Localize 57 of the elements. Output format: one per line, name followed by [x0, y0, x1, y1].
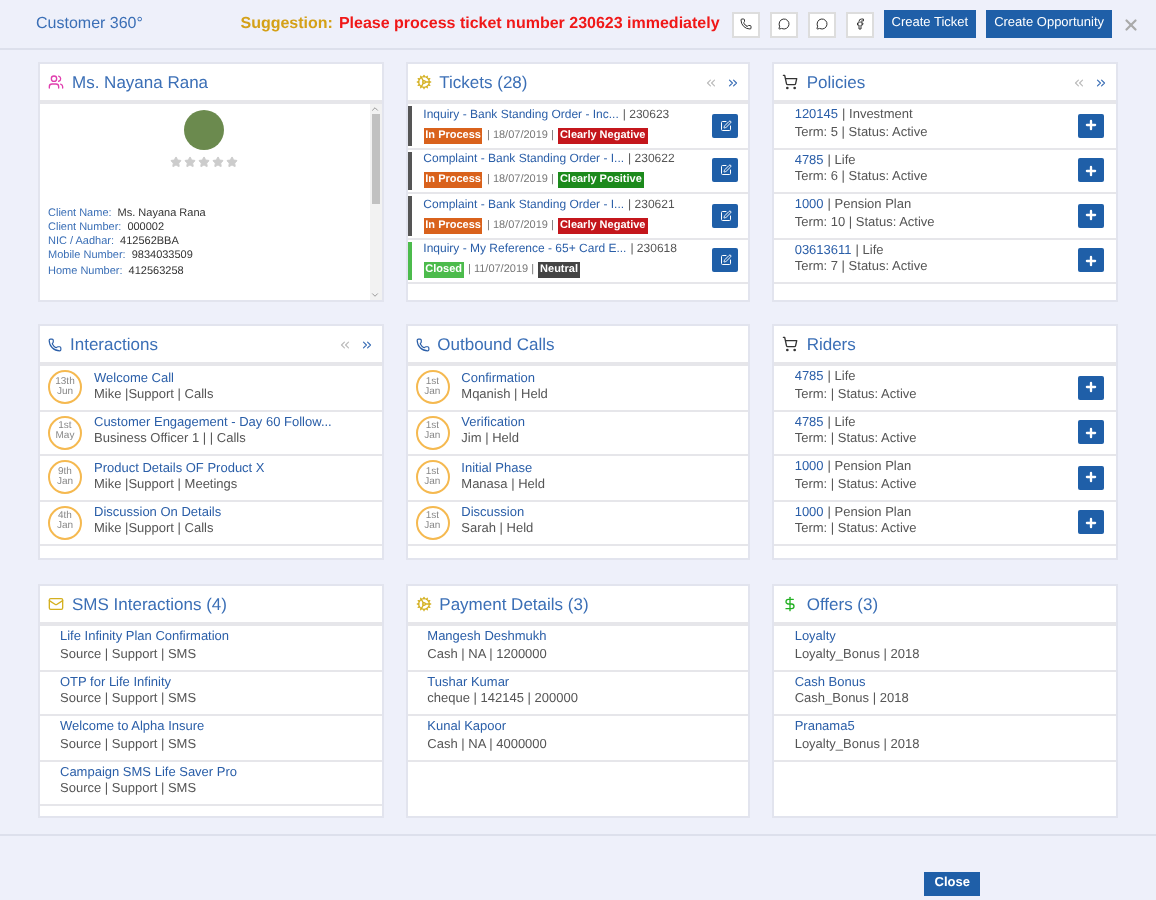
dollar-icon [782, 596, 799, 612]
panel-title: Outbound Calls [437, 331, 555, 357]
panel-title: SMS Interactions (4) [72, 591, 227, 617]
panel-title: Policies [806, 69, 866, 95]
cart-icon [782, 74, 799, 90]
next-icon[interactable] [359, 337, 374, 351]
panel-title: Offers (3) [806, 591, 879, 617]
envelope-icon [48, 596, 64, 612]
phone-button[interactable] [731, 11, 760, 37]
panel-title: Interactions [70, 331, 158, 357]
panel-title: Ms. Nayana Rana [72, 69, 209, 95]
add-button[interactable] [1078, 420, 1104, 445]
panel-title: Payment Details (3) [439, 591, 589, 617]
plus-icon [1084, 515, 1098, 530]
add-button[interactable] [1078, 203, 1104, 228]
add-button[interactable] [1078, 510, 1104, 535]
edit-icon [719, 119, 732, 132]
chat-button[interactable] [807, 11, 836, 37]
edit-icon [719, 254, 732, 267]
add-button[interactable] [1078, 248, 1104, 273]
plus-icon [1084, 425, 1098, 440]
cart-icon [782, 336, 799, 352]
plus-icon [1084, 253, 1098, 268]
plus-icon [1084, 118, 1098, 133]
edit-icon [719, 209, 732, 222]
plus-icon [1084, 163, 1098, 178]
facebook-button[interactable] [845, 11, 874, 37]
suggestion-label: Suggestion: [240, 12, 333, 36]
edit-button[interactable] [712, 113, 739, 138]
add-button[interactable] [1078, 113, 1104, 138]
panel-title: Tickets (28) [439, 69, 528, 95]
plus-icon [1084, 380, 1098, 395]
chat-icon [777, 18, 790, 30]
add-button[interactable] [1078, 158, 1104, 183]
edit-button[interactable] [712, 248, 739, 273]
add-button[interactable] [1078, 465, 1104, 490]
suggestion-text: Please process ticket number 230623 immediately [338, 12, 720, 36]
window-title: Customer 360° [36, 12, 145, 36]
panel-title: Riders [806, 331, 856, 357]
phone-icon [415, 337, 430, 351]
chat-icon [815, 18, 828, 30]
facebook-icon [853, 18, 866, 30]
plus-icon [1084, 470, 1098, 485]
edit-button[interactable] [712, 203, 739, 228]
gear-icon [415, 596, 432, 612]
edit-button[interactable] [712, 158, 739, 183]
gear-icon [415, 74, 432, 90]
add-button[interactable] [1078, 375, 1104, 400]
phone-icon [48, 337, 62, 351]
phone-icon [739, 18, 752, 30]
people-icon [48, 74, 64, 90]
plus-icon [1084, 208, 1098, 223]
chat-button[interactable] [769, 11, 798, 37]
next-icon[interactable] [726, 75, 741, 89]
avatar-placeholder [184, 110, 225, 150]
edit-icon [719, 164, 732, 177]
next-icon[interactable] [1094, 75, 1108, 89]
